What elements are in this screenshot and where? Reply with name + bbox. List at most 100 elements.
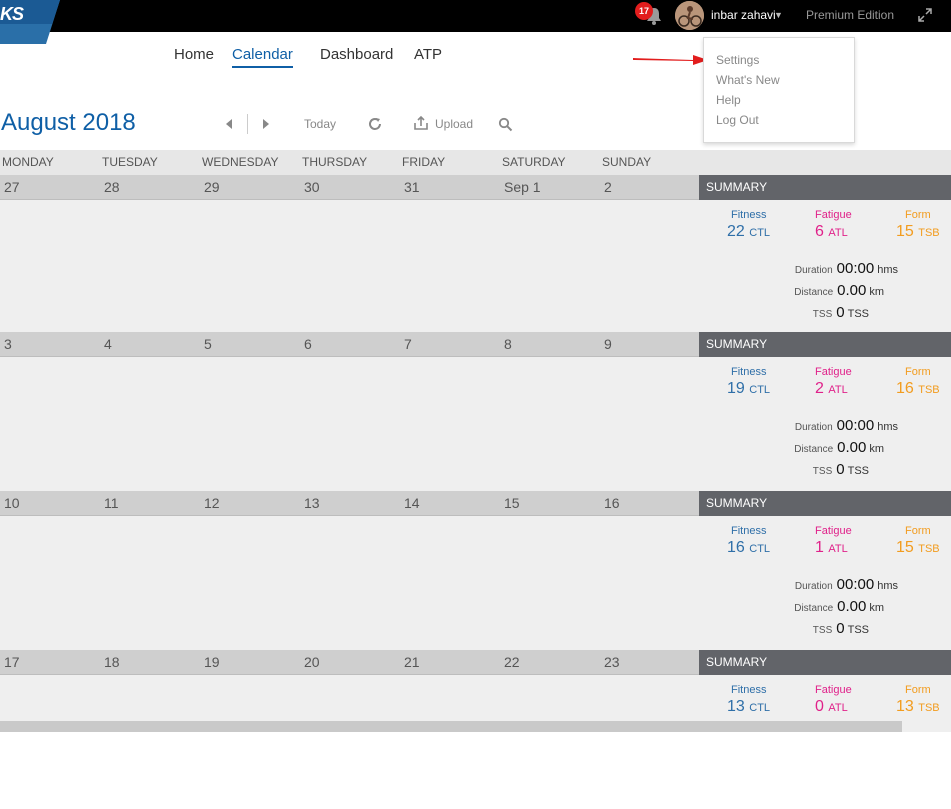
edition-label: Premium Edition [806, 8, 895, 22]
notifications-button[interactable]: 17 [635, 2, 664, 28]
nav-home[interactable]: Home [174, 46, 214, 63]
day-cell-date[interactable]: 19 [204, 654, 220, 670]
duration-value: 00:00 [836, 417, 875, 434]
day-cell-date[interactable]: 3 [4, 336, 12, 352]
day-cell-date[interactable]: 16 [604, 495, 620, 511]
summary-header: SUMMARY [699, 332, 951, 357]
day-cell-date[interactable]: 10 [4, 495, 20, 511]
chevron-down-icon[interactable]: ▼ [774, 10, 783, 20]
avatar-image [675, 1, 704, 30]
day-cell-date[interactable]: 28 [104, 179, 120, 195]
day-cell-date[interactable]: 27 [4, 179, 20, 195]
day-cell-date[interactable]: 22 [504, 654, 520, 670]
menu-item-settings[interactable]: Settings [716, 53, 759, 67]
upload-icon[interactable] [413, 115, 429, 131]
fitness-value: 19 CTL [727, 380, 770, 398]
menu-item-log-out[interactable]: Log Out [716, 113, 759, 127]
nav-dashboard[interactable]: Dashboard [320, 46, 393, 63]
nav-atp[interactable]: ATP [414, 46, 442, 63]
day-cell-date[interactable]: 17 [4, 654, 20, 670]
menu-item-whats-new[interactable]: What's New [716, 73, 780, 87]
tss-label: TSS [812, 625, 833, 636]
upload-button[interactable]: Upload [435, 117, 473, 131]
username-label[interactable]: inbar zahavi [711, 8, 776, 22]
duration-label: Duration [794, 581, 833, 592]
atl-unit: ATL [828, 702, 848, 714]
nav-calendar[interactable]: Calendar [232, 46, 293, 68]
ctl-unit: CTL [749, 227, 771, 239]
tss-row: TSS 0 TSS [813, 304, 869, 321]
weekday-label: SATURDAY [502, 155, 566, 169]
tss-unit: TSS [847, 624, 869, 636]
day-cell-date[interactable]: 6 [304, 336, 312, 352]
ctl-value: 13 [727, 698, 745, 715]
day-cell-date[interactable]: 12 [204, 495, 220, 511]
tss-value: 0 [836, 304, 845, 321]
day-cell-date[interactable]: 15 [504, 495, 520, 511]
form-value: 15 TSB [896, 223, 940, 241]
tss-row: TSS 0 TSS [813, 620, 869, 637]
distance-label: Distance [794, 287, 834, 298]
month-title: August 2018 [1, 109, 136, 137]
week-date-strip: 17 18 19 20 21 22 23 [0, 650, 699, 675]
distance-value: 0.00 [837, 282, 867, 299]
toolbar-divider [247, 114, 248, 134]
app-logo[interactable]: KS [0, 0, 60, 44]
day-cell-date[interactable]: 11 [104, 495, 119, 511]
weekday-label: TUESDAY [102, 155, 158, 169]
menu-item-help[interactable]: Help [716, 93, 741, 107]
week-summary: Fitness Fatigue Form 19 CTL 2 ATL 16 TSB… [699, 357, 951, 491]
distance-row: Distance 0.00 km [794, 282, 884, 299]
fatigue-value: 6 ATL [815, 223, 848, 241]
distance-label: Distance [794, 444, 834, 455]
avatar[interactable] [675, 1, 704, 30]
previous-month-icon[interactable] [224, 118, 234, 130]
calendar-week: 27 28 29 30 31 Sep 1 2 SUMMARY Fitness F… [0, 175, 951, 334]
tsb-value: 13 [896, 698, 914, 715]
duration-row: Duration 00:00 hms [795, 260, 898, 277]
next-month-icon[interactable] [261, 118, 271, 130]
weekday-header: MONDAY TUESDAY WEDNESDAY THURSDAY FRIDAY… [0, 150, 951, 175]
form-label: Form [905, 209, 931, 221]
horizontal-scrollbar[interactable] [0, 721, 902, 732]
day-cell-date[interactable]: 2 [604, 179, 612, 195]
day-cell-date[interactable]: 23 [604, 654, 620, 670]
duration-value: 00:00 [836, 260, 875, 277]
day-cell-date[interactable]: 18 [104, 654, 120, 670]
week-date-strip: 27 28 29 30 31 Sep 1 2 [0, 175, 699, 200]
tsb-unit: TSB [918, 543, 940, 555]
user-menu-dropdown: Settings What's New Help Log Out [703, 37, 855, 143]
fatigue-value: 2 ATL [815, 380, 848, 398]
day-cell-date[interactable]: 8 [504, 336, 512, 352]
fatigue-label: Fatigue [815, 525, 852, 537]
duration-unit: hms [877, 264, 898, 276]
today-button[interactable]: Today [304, 117, 336, 131]
day-cell-date[interactable]: 21 [404, 654, 420, 670]
day-cell-date[interactable]: 30 [304, 179, 320, 195]
day-cell-date[interactable]: 4 [104, 336, 112, 352]
atl-value: 1 [815, 539, 824, 556]
week-summary: Fitness Fatigue Form 22 CTL 6 ATL 15 TSB… [699, 200, 951, 334]
day-cell-date[interactable]: 5 [204, 336, 212, 352]
fitness-label: Fitness [731, 684, 767, 696]
duration-value: 00:00 [836, 576, 875, 593]
refresh-icon[interactable] [367, 116, 383, 132]
expand-icon[interactable] [917, 7, 933, 23]
day-cell-date[interactable]: 13 [304, 495, 320, 511]
tsb-unit: TSB [918, 702, 940, 714]
tss-row: TSS 0 TSS [813, 461, 869, 478]
day-cell-date[interactable]: 9 [604, 336, 612, 352]
distance-unit: km [869, 286, 884, 298]
atl-value: 0 [815, 698, 824, 715]
day-cell-date[interactable]: 31 [404, 179, 420, 195]
day-cell-date[interactable]: Sep 1 [504, 179, 541, 195]
weekday-label: MONDAY [2, 155, 54, 169]
day-cell-date[interactable]: 29 [204, 179, 220, 195]
search-icon[interactable] [498, 117, 513, 132]
duration-label: Duration [794, 422, 833, 433]
ctl-value: 16 [727, 539, 745, 556]
day-cell-date[interactable]: 20 [304, 654, 320, 670]
tss-label: TSS [812, 309, 833, 320]
day-cell-date[interactable]: 14 [404, 495, 420, 511]
day-cell-date[interactable]: 7 [404, 336, 412, 352]
